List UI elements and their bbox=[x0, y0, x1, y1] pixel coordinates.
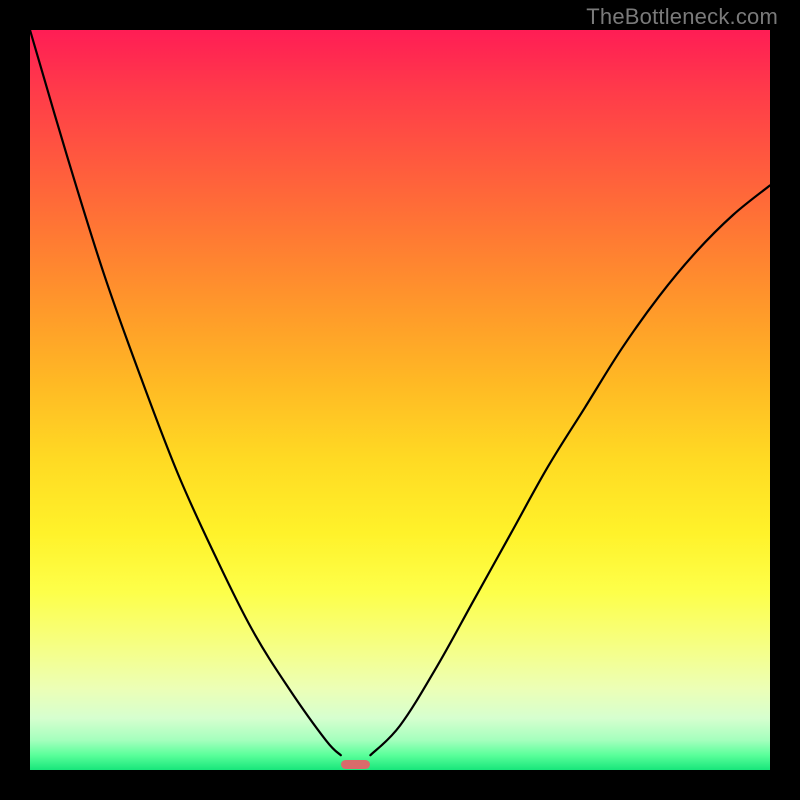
watermark-text: TheBottleneck.com bbox=[586, 4, 778, 30]
optimum-marker bbox=[341, 760, 371, 769]
chart-frame: TheBottleneck.com bbox=[0, 0, 800, 800]
curve-right-branch bbox=[370, 185, 770, 755]
plot-area bbox=[30, 30, 770, 770]
bottleneck-curve bbox=[30, 30, 770, 770]
curve-left-branch bbox=[30, 30, 341, 755]
